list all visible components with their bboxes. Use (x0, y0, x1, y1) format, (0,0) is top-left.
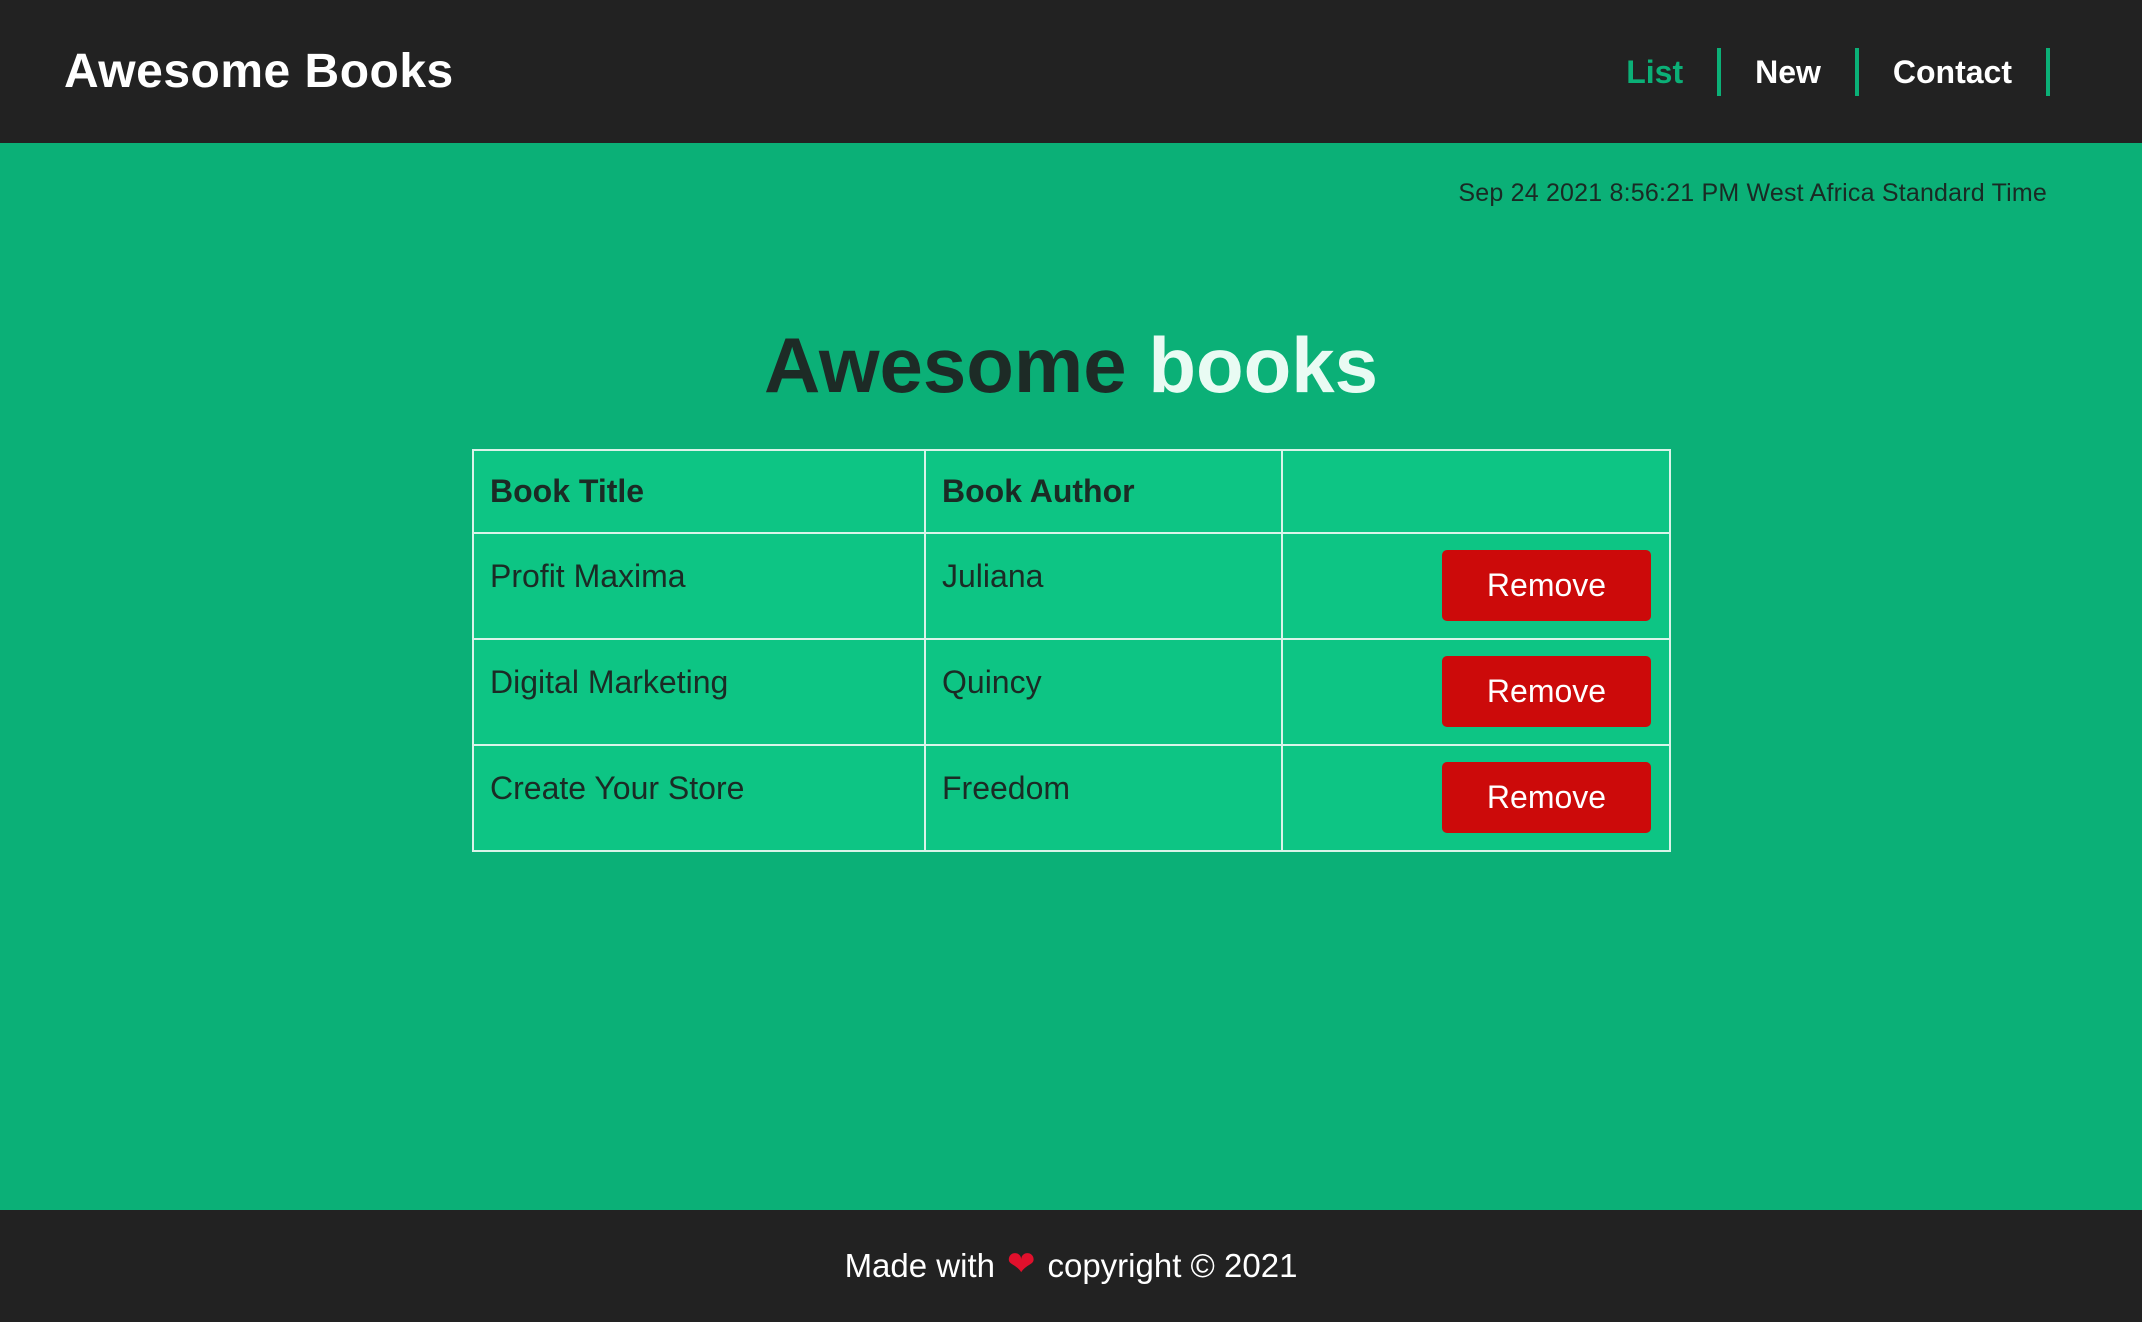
book-title-cell: Create Your Store (472, 744, 926, 852)
page-title: Awesome books (0, 315, 2142, 415)
action-cell: Remove (1281, 532, 1671, 640)
action-cell: Remove (1281, 744, 1671, 852)
heart-icon: ❤ (1006, 1245, 1036, 1283)
nav-item-list[interactable]: List (1592, 47, 1722, 96)
book-author-cell: Quincy (924, 638, 1283, 746)
book-title-cell: Digital Marketing (472, 638, 926, 746)
table-row: Profit Maxima Juliana Remove (472, 532, 1671, 640)
nav-item-contact[interactable]: Contact (1859, 47, 2050, 96)
table-row: Create Your Store Freedom Remove (472, 744, 1671, 852)
page-title-light: books (1148, 321, 1379, 409)
books-table: Book Title Book Author Profit Maxima Jul… (472, 449, 1671, 852)
action-cell: Remove (1281, 638, 1671, 746)
brand-logo[interactable]: Awesome Books (64, 44, 454, 99)
column-header-author: Book Author (924, 449, 1283, 534)
footer-text-after: copyright © 2021 (1047, 1247, 1298, 1284)
navbar: Awesome Books List New Contact (0, 0, 2142, 143)
remove-button[interactable]: Remove (1442, 550, 1651, 621)
page-title-dark: Awesome (763, 321, 1127, 409)
nav-menu: List New Contact (1592, 47, 2050, 96)
book-title-cell: Profit Maxima (472, 532, 926, 640)
remove-button[interactable]: Remove (1442, 656, 1651, 727)
book-author-cell: Freedom (924, 744, 1283, 852)
remove-button[interactable]: Remove (1442, 762, 1651, 833)
column-header-title: Book Title (472, 449, 926, 534)
nav-item-new[interactable]: New (1721, 47, 1859, 96)
current-datetime: Sep 24 2021 8:56:21 PM West Africa Stand… (1458, 179, 2047, 207)
footer: Made with ❤ copyright © 2021 (0, 1210, 2142, 1322)
table-header-row: Book Title Book Author (472, 449, 1671, 534)
footer-text-before: Made with (844, 1247, 995, 1284)
book-author-cell: Juliana (924, 532, 1283, 640)
column-header-action (1281, 449, 1671, 534)
table-row: Digital Marketing Quincy Remove (472, 638, 1671, 746)
